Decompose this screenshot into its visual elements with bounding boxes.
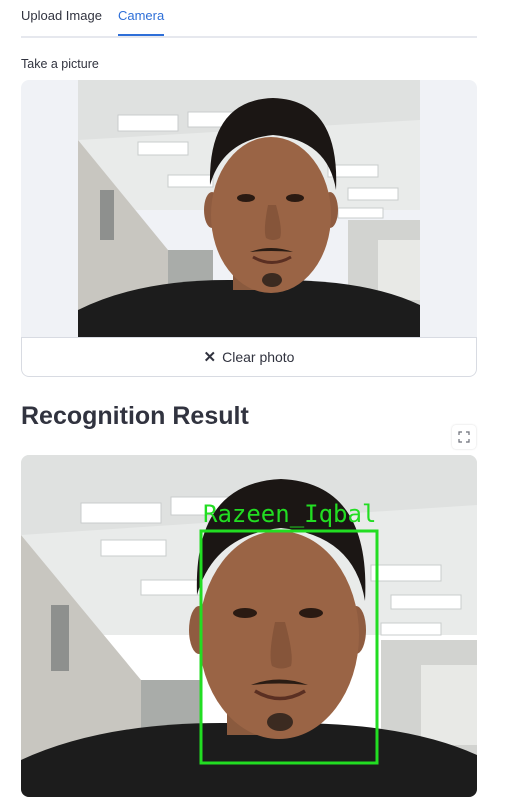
captured-photo-image	[78, 80, 420, 337]
input-tabs: Upload Image Camera	[21, 0, 477, 38]
fullscreen-button[interactable]	[452, 425, 476, 449]
detected-name-label: Razeen_Iqbal	[203, 500, 376, 528]
recognition-result-image: Razeen_Iqbal	[21, 455, 477, 797]
captured-photo	[78, 80, 420, 337]
camera-input: ✕ Clear photo	[21, 80, 477, 377]
fullscreen-icon	[458, 431, 470, 443]
clear-photo-button[interactable]: ✕ Clear photo	[21, 337, 477, 377]
clear-photo-label: Clear photo	[222, 349, 295, 365]
page: Upload Image Camera Take a picture ✕ Cle…	[0, 0, 509, 812]
result-heading: Recognition Result	[21, 402, 249, 430]
close-icon: ✕	[203, 348, 217, 366]
tab-upload-image[interactable]: Upload Image	[21, 0, 102, 34]
result-photo: Razeen_Iqbal	[21, 455, 477, 797]
tab-camera[interactable]: Camera	[117, 0, 165, 36]
camera-label: Take a picture	[21, 57, 99, 71]
